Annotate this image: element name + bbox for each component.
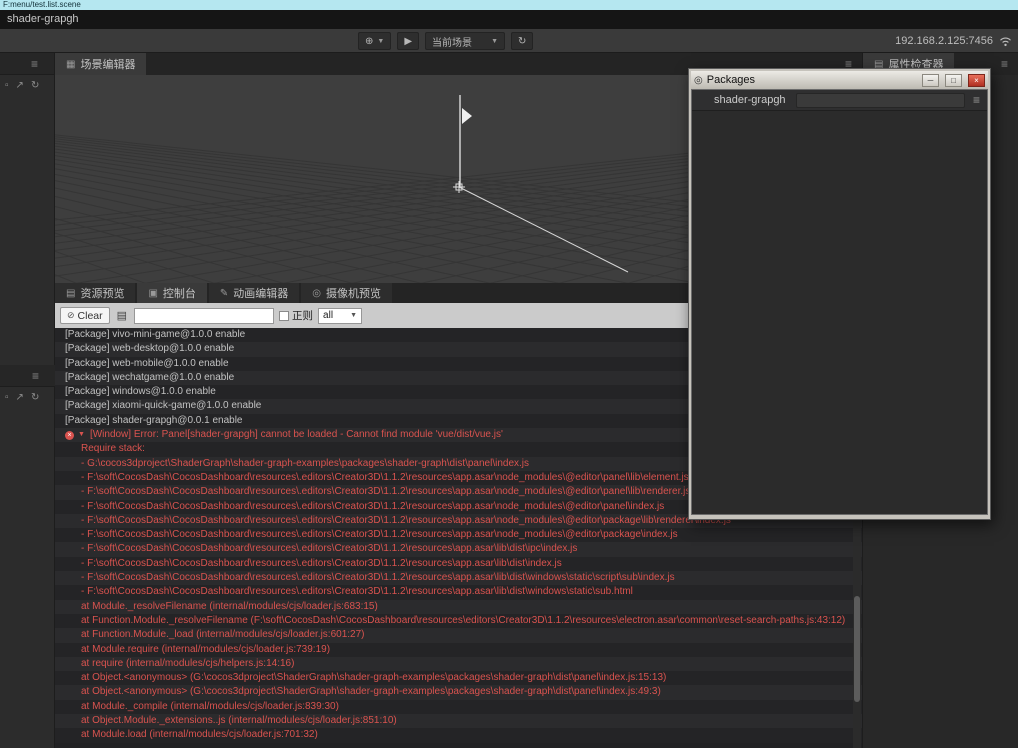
refresh-icon[interactable]: ↻ xyxy=(31,80,39,91)
refresh-icon: ↻ xyxy=(518,36,526,47)
refresh-button[interactable]: ↻ xyxy=(511,32,533,50)
chevron-down-icon: ▼ xyxy=(377,38,384,45)
error-stack-row[interactable]: at Object.<anonymous> (G:\cocos3dproject… xyxy=(55,685,862,699)
animation-icon: ✎ xyxy=(220,288,228,299)
wifi-icon xyxy=(999,36,1012,47)
packages-window-body: shader-grapgh ≡ xyxy=(691,89,988,515)
export-log-icon[interactable]: ▤ xyxy=(115,309,129,322)
error-stack-row[interactable]: at Module.load (internal/modules/cjs/loa… xyxy=(55,728,862,742)
packages-window: ◎ Packages ─ □ × shader-grapgh ≡ xyxy=(688,68,991,520)
maximize-button[interactable]: □ xyxy=(945,74,962,87)
move-gizmo[interactable] xyxy=(453,181,465,193)
packages-window-title: Packages xyxy=(707,74,916,86)
regex-checkbox[interactable] xyxy=(279,311,289,321)
collapse-caret-icon[interactable]: ▼ xyxy=(78,428,85,442)
error-stack-row[interactable]: at Object.<anonymous> (G:\cocos3dproject… xyxy=(55,671,862,685)
log-filter-select[interactable]: all ▼ xyxy=(318,308,362,324)
tab-scene-editor[interactable]: ▦ 场景编辑器 xyxy=(55,53,146,75)
scrollbar-thumb[interactable] xyxy=(854,596,860,702)
package-name: shader-grapgh xyxy=(714,94,786,106)
play-icon: ▶ xyxy=(404,36,412,47)
preview-address: 192.168.2.125:7456 xyxy=(895,35,993,47)
panel-menu-icon[interactable]: ≡ xyxy=(1001,57,1008,71)
app-titlebar: shader-grapgh xyxy=(0,10,1018,29)
error-stack-row[interactable]: at Function.Module._load (internal/modul… xyxy=(55,628,862,642)
chevron-down-icon: ▼ xyxy=(491,38,498,45)
axis-arrow xyxy=(462,108,472,124)
error-stack-row[interactable]: - F:\soft\CocosDash\CocosDashboard\resou… xyxy=(55,571,862,585)
clear-label: Clear xyxy=(78,310,103,322)
globe-icon: ⊕ xyxy=(365,36,373,47)
tab-label: 资源预览 xyxy=(80,285,124,301)
clear-icon: ⊘ xyxy=(67,310,75,321)
tab-asset-preview[interactable]: ▤ 资源预览 xyxy=(55,283,135,303)
asset-preview-icon: ▤ xyxy=(66,288,75,299)
error-stack-row[interactable]: - F:\soft\CocosDash\CocosDashboard\resou… xyxy=(55,585,862,599)
filter-value: all xyxy=(323,310,333,321)
error-stack-row[interactable]: - F:\soft\CocosDash\CocosDashboard\resou… xyxy=(55,542,862,556)
error-stack-row[interactable]: at Function.Module._resolveFilename (F:\… xyxy=(55,614,862,628)
error-stack-row[interactable]: at Module._resolveFilename (internal/mod… xyxy=(55,600,862,614)
outer-window-title: F:menu/test.list.scene xyxy=(3,0,81,9)
camera-icon: ◎ xyxy=(312,288,321,299)
app-screen: F:menu/test.list.scene shader-grapgh ⊕ ▼… xyxy=(0,0,1018,748)
tab-camera-preview[interactable]: ◎ 摄像机预览 xyxy=(301,283,392,303)
refresh-icon[interactable]: ↻ xyxy=(31,392,39,403)
packages-window-titlebar[interactable]: ◎ Packages ─ □ × xyxy=(691,71,988,89)
tab-console[interactable]: ▣ 控制台 xyxy=(137,283,206,303)
error-stack-row[interactable]: - F:\soft\CocosDash\CocosDashboard\resou… xyxy=(55,528,862,542)
current-scene-select[interactable]: 当前场景 ▼ xyxy=(425,32,505,50)
tab-label: 控制台 xyxy=(163,285,196,301)
play-button[interactable]: ▶ xyxy=(397,32,419,50)
hierarchy-panel-header: ≡ xyxy=(0,53,54,75)
error-stack-row[interactable]: at Module._compile (internal/modules/cjs… xyxy=(55,700,862,714)
close-button[interactable]: × xyxy=(968,74,985,87)
tab-label: 场景编辑器 xyxy=(80,56,135,72)
error-stack-row[interactable]: at Object.Module._extensions..js (intern… xyxy=(55,714,862,728)
panel-menu-icon[interactable]: ≡ xyxy=(31,57,38,71)
packages-window-icon: ◎ xyxy=(694,75,703,86)
minimize-button[interactable]: ─ xyxy=(922,74,939,87)
package-value-field[interactable] xyxy=(796,93,965,108)
error-stack-row[interactable]: - F:\soft\CocosDash\CocosDashboard\resou… xyxy=(55,557,862,571)
grid-icon: ▦ xyxy=(66,59,75,70)
console-search-input[interactable] xyxy=(134,308,274,324)
left-panel-column: ≡ ▫ ↗ ↻ ≡ ▫ ↗ ↻ xyxy=(0,53,55,748)
clear-button[interactable]: ⊘ Clear xyxy=(60,307,110,324)
collapse-icon[interactable]: ▫ xyxy=(5,80,9,91)
chevron-down-icon: ▼ xyxy=(350,312,357,319)
console-icon: ▣ xyxy=(148,288,157,299)
tab-label: 动画编辑器 xyxy=(233,285,288,301)
panel-menu-icon[interactable]: ≡ xyxy=(32,369,39,383)
tab-label: 摄像机预览 xyxy=(326,285,381,301)
preview-platform-button[interactable]: ⊕ ▼ xyxy=(358,32,391,50)
current-scene-label: 当前场景 xyxy=(432,34,472,49)
error-stack-row[interactable]: at Module.require (internal/modules/cjs/… xyxy=(55,643,862,657)
error-headline: [Window] Error: Panel[shader-grapgh] can… xyxy=(90,428,503,442)
outer-window-titlebar: F:menu/test.list.scene xyxy=(0,0,1018,10)
package-row[interactable]: shader-grapgh ≡ xyxy=(692,90,987,111)
main-toolbar: ⊕ ▼ ▶ 当前场景 ▼ ↻ 192.168.2.125:7456 xyxy=(0,29,1018,53)
expand-icon[interactable]: ↗ xyxy=(16,80,24,91)
package-menu-icon[interactable]: ≡ xyxy=(973,93,980,107)
expand-icon[interactable]: ↗ xyxy=(16,392,24,403)
error-stack-row[interactable]: at require (internal/modules/cjs/helpers… xyxy=(55,657,862,671)
axis-line-diagonal xyxy=(459,187,628,272)
collapse-icon[interactable]: ▫ xyxy=(5,392,9,403)
assets-panel-header: ≡ xyxy=(0,365,55,387)
tab-animation-editor[interactable]: ✎ 动画编辑器 xyxy=(209,283,299,303)
error-icon: × xyxy=(65,431,74,440)
window-title: shader-grapgh xyxy=(7,13,79,25)
regex-label: 正则 xyxy=(292,308,313,323)
